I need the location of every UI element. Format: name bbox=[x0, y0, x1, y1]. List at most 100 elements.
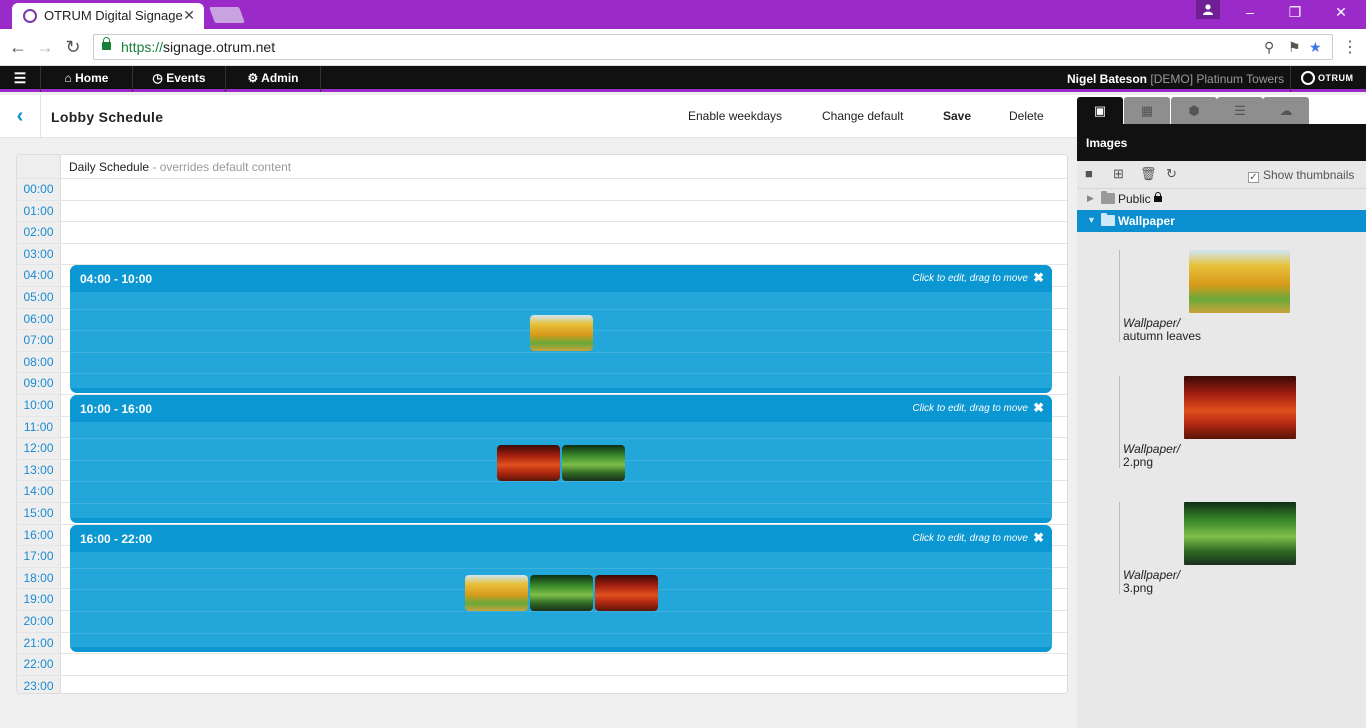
folder-icon[interactable]: ■ bbox=[1085, 166, 1093, 181]
browser-titlebar: OTRUM Digital Signage ✕ – ❐ ✕ bbox=[0, 0, 1366, 29]
tab-title: OTRUM Digital Signage bbox=[44, 8, 183, 23]
hour-label: 01:00 bbox=[17, 200, 61, 222]
block-image-thumbnail[interactable] bbox=[464, 574, 528, 611]
user-menu[interactable]: Nigel Bateson [DEMO] Platinum Towers bbox=[1067, 72, 1284, 86]
block-header[interactable]: 10:00 - 16:00 Click to edit, drag to move… bbox=[70, 395, 1052, 422]
folder-public[interactable]: ▶ Public bbox=[1077, 188, 1366, 210]
block-resize-handle[interactable] bbox=[70, 647, 1052, 653]
hamburger-menu-icon[interactable]: ☰ bbox=[0, 66, 41, 92]
bookmark-star-icon[interactable]: ★ bbox=[1309, 39, 1322, 56]
refresh-icon[interactable]: ↻ bbox=[1166, 166, 1177, 182]
hour-label: 06:00 bbox=[17, 308, 61, 330]
nav-home-label: Home bbox=[75, 71, 109, 85]
hour-row[interactable]: 03:00 bbox=[17, 242, 1067, 265]
schedule-block[interactable]: 10:00 - 16:00 Click to edit, drag to move… bbox=[70, 395, 1052, 523]
change-default-button[interactable]: Change default bbox=[822, 109, 903, 123]
gutter-header bbox=[17, 155, 61, 178]
block-image-thumbnail[interactable] bbox=[529, 315, 593, 352]
user-name: Nigel Bateson bbox=[1067, 72, 1148, 86]
add-icon[interactable]: ⊞ bbox=[1113, 166, 1124, 182]
folder-label: Public bbox=[1118, 192, 1162, 206]
list-icon[interactable]: ☰ bbox=[1217, 97, 1263, 124]
nav-events[interactable]: ◷ Events bbox=[133, 66, 226, 92]
asset-item[interactable]: Wallpaper/ 2.png bbox=[1119, 376, 1359, 469]
hour-row[interactable]: 02:00 bbox=[17, 221, 1067, 243]
asset-path: Wallpaper/ bbox=[1123, 568, 1181, 582]
remove-block-icon[interactable]: ✖ bbox=[1033, 270, 1044, 286]
hour-row[interactable]: 00:00 bbox=[17, 178, 1067, 200]
enable-weekdays-button[interactable]: Enable weekdays bbox=[688, 109, 782, 123]
profile-icon[interactable] bbox=[1196, 0, 1220, 19]
cloud-download-icon[interactable]: ☁ bbox=[1263, 97, 1309, 124]
hour-label: 20:00 bbox=[17, 611, 61, 632]
block-gridline bbox=[70, 438, 1052, 440]
page-title: Lobby Schedule bbox=[51, 109, 164, 125]
window-close-icon[interactable]: ✕ bbox=[1331, 4, 1351, 22]
remove-block-icon[interactable]: ✖ bbox=[1033, 530, 1044, 546]
save-button[interactable]: Save bbox=[943, 109, 971, 123]
block-hint: Click to edit, drag to move bbox=[912, 532, 1028, 544]
hour-label: 05:00 bbox=[17, 287, 61, 308]
nav-admin-label: Admin bbox=[261, 71, 299, 85]
trash-icon[interactable]: 🗑 bbox=[1140, 166, 1157, 182]
block-gridline bbox=[70, 632, 1052, 634]
hour-row[interactable]: 23:00 bbox=[17, 674, 1067, 693]
hour-row[interactable]: 22:00 bbox=[17, 653, 1067, 675]
film-icon[interactable]: ▦ bbox=[1124, 97, 1170, 124]
block-resize-handle[interactable] bbox=[70, 387, 1052, 393]
block-header[interactable]: 16:00 - 22:00 Click to edit, drag to move… bbox=[70, 524, 1052, 552]
nav-admin[interactable]: ⚙ Admin bbox=[226, 66, 321, 92]
collapse-arrow-icon[interactable]: ▼ bbox=[1087, 215, 1096, 225]
asset-name: autumn leaves bbox=[1123, 329, 1202, 343]
hour-row[interactable]: 01:00 bbox=[17, 199, 1067, 222]
expand-arrow-icon[interactable]: ▶ bbox=[1087, 193, 1094, 204]
block-header[interactable]: 04:00 - 10:00 Click to edit, drag to move… bbox=[70, 265, 1052, 293]
delete-button[interactable]: Delete bbox=[1009, 109, 1044, 123]
new-tab-button[interactable] bbox=[209, 7, 245, 23]
asset-thumbnail[interactable] bbox=[1189, 250, 1290, 313]
hour-label: 10:00 bbox=[17, 395, 61, 416]
remove-block-icon[interactable]: ✖ bbox=[1033, 400, 1044, 416]
block-resize-handle[interactable] bbox=[70, 517, 1052, 523]
browser-tab[interactable]: OTRUM Digital Signage ✕ bbox=[12, 3, 204, 29]
hour-label: 13:00 bbox=[17, 459, 61, 481]
zoom-icon[interactable]: ⚲ bbox=[1264, 39, 1274, 56]
schedule-block[interactable]: 04:00 - 10:00 Click to edit, drag to move… bbox=[70, 265, 1052, 393]
panel-title: Images bbox=[1086, 136, 1128, 150]
block-time: 10:00 - 16:00 bbox=[80, 402, 153, 416]
block-image-thumbnail[interactable] bbox=[497, 445, 560, 481]
tab-close-icon[interactable]: ✕ bbox=[183, 7, 195, 24]
show-thumbnails-checkbox[interactable]: ✓ Show thumbnails bbox=[1248, 168, 1354, 183]
block-image-thumbnail[interactable] bbox=[594, 574, 658, 611]
browser-menu-icon[interactable]: ⋮ bbox=[1342, 37, 1358, 57]
schedule-block[interactable]: 16:00 - 22:00 Click to edit, drag to move… bbox=[70, 524, 1052, 653]
block-gridline bbox=[70, 481, 1052, 483]
asset-path: Wallpaper/ bbox=[1123, 316, 1181, 330]
hour-label: 17:00 bbox=[17, 546, 61, 567]
folder-wallpaper[interactable]: ▼ Wallpaper bbox=[1077, 210, 1366, 232]
block-image-thumbnail[interactable] bbox=[562, 445, 625, 481]
asset-thumbnail[interactable] bbox=[1184, 376, 1296, 439]
extension-icon[interactable]: ⚑ bbox=[1288, 39, 1301, 56]
address-bar: ← → ↻ https://signage.otrum.net ⚲ ⚑ ★ ⋮ bbox=[0, 29, 1366, 66]
folder-public-label: Public bbox=[1118, 192, 1151, 206]
folder-icon bbox=[1101, 191, 1115, 204]
minimize-icon[interactable]: – bbox=[1240, 4, 1260, 22]
forward-arrow-icon[interactable]: → bbox=[35, 37, 55, 58]
image-icon[interactable]: ▣ bbox=[1077, 97, 1123, 124]
block-gridline bbox=[70, 373, 1052, 375]
block-image-thumbnail[interactable] bbox=[529, 574, 593, 611]
box-icon[interactable]: ⬢ bbox=[1171, 97, 1217, 124]
restore-icon[interactable]: ❐ bbox=[1285, 4, 1305, 22]
block-gridline bbox=[70, 503, 1052, 504]
nav-home[interactable]: ⌂ Home bbox=[41, 66, 133, 92]
asset-name: 2.png bbox=[1123, 455, 1154, 469]
url-input[interactable]: https://signage.otrum.net ⚲ ⚑ ★ bbox=[93, 34, 1333, 60]
asset-item[interactable]: Wallpaper/ 3.png bbox=[1119, 502, 1359, 595]
reload-icon[interactable]: ↻ bbox=[63, 37, 83, 58]
back-chevron-icon[interactable]: ‹ bbox=[0, 95, 41, 138]
asset-thumbnail[interactable] bbox=[1184, 502, 1296, 565]
back-arrow-icon[interactable]: ← bbox=[8, 37, 28, 58]
asset-item[interactable]: Wallpaper/ autumn leaves bbox=[1119, 250, 1359, 343]
otrum-favicon-icon bbox=[23, 9, 37, 23]
